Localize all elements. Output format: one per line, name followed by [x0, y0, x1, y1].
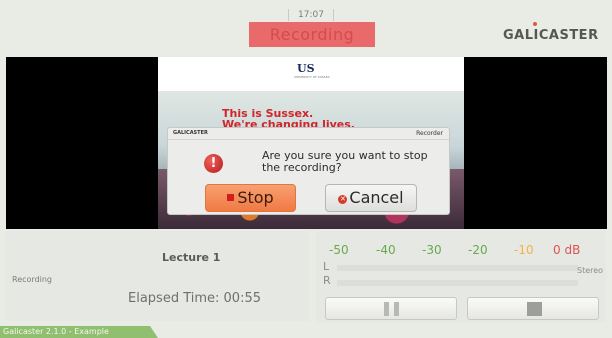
- vu-scale-label: -50: [329, 243, 349, 257]
- stop-button-label: Stop: [237, 188, 274, 207]
- right-channel-meter: [337, 280, 578, 286]
- pause-button[interactable]: [325, 297, 457, 320]
- header: 17:07 Recording GALICASTER: [0, 0, 612, 57]
- lecture-title: Lecture 1: [162, 251, 221, 264]
- stop-button[interactable]: Stop: [205, 184, 296, 212]
- left-channel-label: L: [323, 260, 330, 273]
- cancel-button-label: Cancel: [349, 188, 404, 207]
- vu-scale-label: -40: [376, 243, 396, 257]
- audio-meter-panel: -50 -40 -30 -20 -10 0 dB L R Stereo: [316, 231, 606, 297]
- brand-logo: GALICASTER: [503, 28, 599, 43]
- elapsed-time: Elapsed Time: 00:55: [128, 291, 261, 306]
- recording-status: Recording: [12, 275, 53, 284]
- clock: 17:07: [288, 9, 334, 21]
- version-label: Galicaster 2.1.0 - Example: [3, 327, 109, 336]
- audio-mode: Stereo: [577, 266, 604, 275]
- galicaster-app: 17:07 Recording GALICASTER US UNIVERSITY…: [0, 0, 612, 338]
- vu-scale-label: -10: [514, 243, 534, 257]
- website-header: US UNIVERSITY OF SUSSEX: [158, 57, 464, 91]
- stop-square-icon: [227, 194, 235, 201]
- stop-record-button[interactable]: [467, 297, 599, 320]
- recording-info-panel: Lecture 1 Recording Elapsed Time: 00:55: [6, 231, 310, 321]
- recording-status-banner: Recording: [249, 22, 375, 47]
- error-icon: !: [204, 154, 223, 173]
- pause-icon: [394, 302, 399, 316]
- recording-controls: [316, 297, 606, 322]
- dialog-brand: GALICASTER: [173, 130, 208, 136]
- cancel-x-icon: ✕: [338, 195, 348, 204]
- footer: Galicaster 2.1.0 - Example: [0, 326, 612, 338]
- left-channel-meter: [337, 265, 578, 271]
- right-channel-label: R: [323, 274, 331, 287]
- brand-dot-icon: [533, 22, 537, 26]
- vu-scale-label: -30: [422, 243, 442, 257]
- vu-scale-label: 0 dB: [553, 243, 581, 257]
- pause-icon: [384, 302, 389, 316]
- website-logo-subtitle: UNIVERSITY OF SUSSEX: [294, 75, 330, 79]
- stop-icon: [527, 302, 542, 316]
- dialog-title: Recorder: [416, 130, 443, 137]
- vu-scale-label: -20: [468, 243, 488, 257]
- stop-recording-dialog: GALICASTER Recorder ! Are you sure you w…: [167, 127, 450, 215]
- website-logo: US: [297, 62, 315, 75]
- cancel-button[interactable]: ✕ Cancel: [325, 184, 417, 212]
- dialog-message: Are you sure you want to stop the record…: [262, 149, 428, 174]
- video-preview-area: US UNIVERSITY OF SUSSEX This is Sussex. …: [6, 57, 607, 229]
- dialog-titlebar: GALICASTER Recorder: [168, 128, 449, 140]
